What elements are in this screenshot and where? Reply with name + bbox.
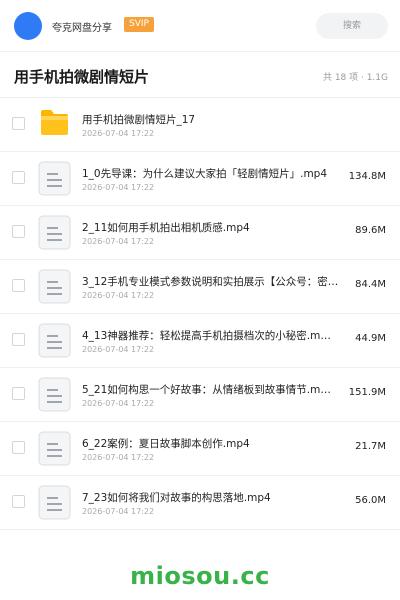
file-name: 1_0先导课：为什么建议大家拍「轻剧情短片」.mp4 (82, 168, 328, 180)
file-row[interactable]: 3_12手机专业模式参数说明和实拍展示【公众号：密… 2026-07-04 17:… (0, 260, 400, 314)
watermark: miosou.cc (130, 562, 270, 590)
row-checkbox[interactable] (12, 333, 25, 346)
file-name: 5_21如何构思一个好故事：从情绪板到故事情节.m… (82, 384, 331, 396)
file-name: 2_11如何用手机拍出相机质感.mp4 (82, 222, 250, 234)
file-row[interactable]: 4_13神器推荐：轻松提高手机拍摄档次的小秘密.m… 2026-07-04 17:… (0, 314, 400, 368)
file-date: 2026-07-04 17:22 (82, 345, 155, 354)
file-date: 2026-07-04 17:22 (82, 183, 155, 192)
file-row[interactable]: 1_0先导课：为什么建议大家拍「轻剧情短片」.mp4 2026-07-04 17:… (0, 152, 400, 206)
file-row[interactable]: 用手机拍微剧情短片_17 2026-07-04 17:22 (0, 98, 400, 152)
file-name: 6_22案例：夏日故事脚本创作.mp4 (82, 438, 250, 450)
file-icon (38, 215, 71, 250)
file-size: 21.7M (355, 441, 386, 452)
search-input[interactable]: 搜索 (316, 13, 388, 39)
file-date: 2026-07-04 17:22 (82, 129, 155, 138)
file-date: 2026-07-04 17:22 (82, 453, 155, 462)
file-icon (38, 431, 71, 466)
file-icon (38, 377, 71, 412)
file-date: 2026-07-04 17:22 (82, 507, 155, 516)
avatar[interactable] (14, 12, 42, 40)
file-row[interactable]: 7_23如何将我们对故事的构思落地.mp4 2026-07-04 17:22 56.… (0, 476, 400, 530)
file-icon (38, 323, 71, 358)
file-size: 151.9M (348, 387, 386, 398)
row-checkbox[interactable] (12, 387, 25, 400)
file-date: 2026-07-04 17:22 (82, 291, 155, 300)
file-icon (38, 269, 71, 304)
item-count-summary: 共 18 项 · 1.1G (322, 73, 388, 83)
page-title: 用手机拍微剧情短片 (14, 68, 150, 86)
row-checkbox[interactable] (12, 495, 25, 508)
file-size: 56.0M (355, 495, 386, 506)
folder-header: 用手机拍微剧情短片 共 18 项 · 1.1G (0, 52, 400, 98)
file-icon (38, 485, 71, 520)
file-name: 7_23如何将我们对故事的构思落地.mp4 (82, 492, 271, 504)
file-list: 用手机拍微剧情短片_17 2026-07-04 17:22 1_0先导课：为什么建议… (0, 98, 400, 530)
file-name: 3_12手机专业模式参数说明和实拍展示【公众号：密… (82, 276, 339, 288)
file-size: 134.8M (348, 171, 386, 182)
file-date: 2026-07-04 17:22 (82, 399, 155, 408)
file-row[interactable]: 2_11如何用手机拍出相机质感.mp4 2026-07-04 17:22 89.6M (0, 206, 400, 260)
top-bar: 夸克网盘分享 SVIP 搜索 (0, 0, 400, 52)
file-size: 89.6M (355, 225, 386, 236)
file-name: 用手机拍微剧情短片_17 (82, 114, 196, 126)
row-checkbox[interactable] (12, 171, 25, 184)
file-name: 4_13神器推荐：轻松提高手机拍摄档次的小秘密.m… (82, 330, 331, 342)
row-checkbox[interactable] (12, 279, 25, 292)
folder-icon (38, 107, 71, 142)
share-title: 夸克网盘分享 (52, 23, 112, 34)
file-row[interactable]: 5_21如何构思一个好故事：从情绪板到故事情节.m… 2026-07-04 17:… (0, 368, 400, 422)
file-icon (38, 161, 71, 196)
file-size: 84.4M (355, 279, 386, 290)
file-row[interactable]: 6_22案例：夏日故事脚本创作.mp4 2026-07-04 17:22 21.7M (0, 422, 400, 476)
svip-badge: SVIP (124, 17, 154, 32)
row-checkbox[interactable] (12, 225, 25, 238)
row-checkbox[interactable] (12, 117, 25, 130)
file-date: 2026-07-04 17:22 (82, 237, 155, 246)
row-checkbox[interactable] (12, 441, 25, 454)
file-size: 44.9M (355, 333, 386, 344)
